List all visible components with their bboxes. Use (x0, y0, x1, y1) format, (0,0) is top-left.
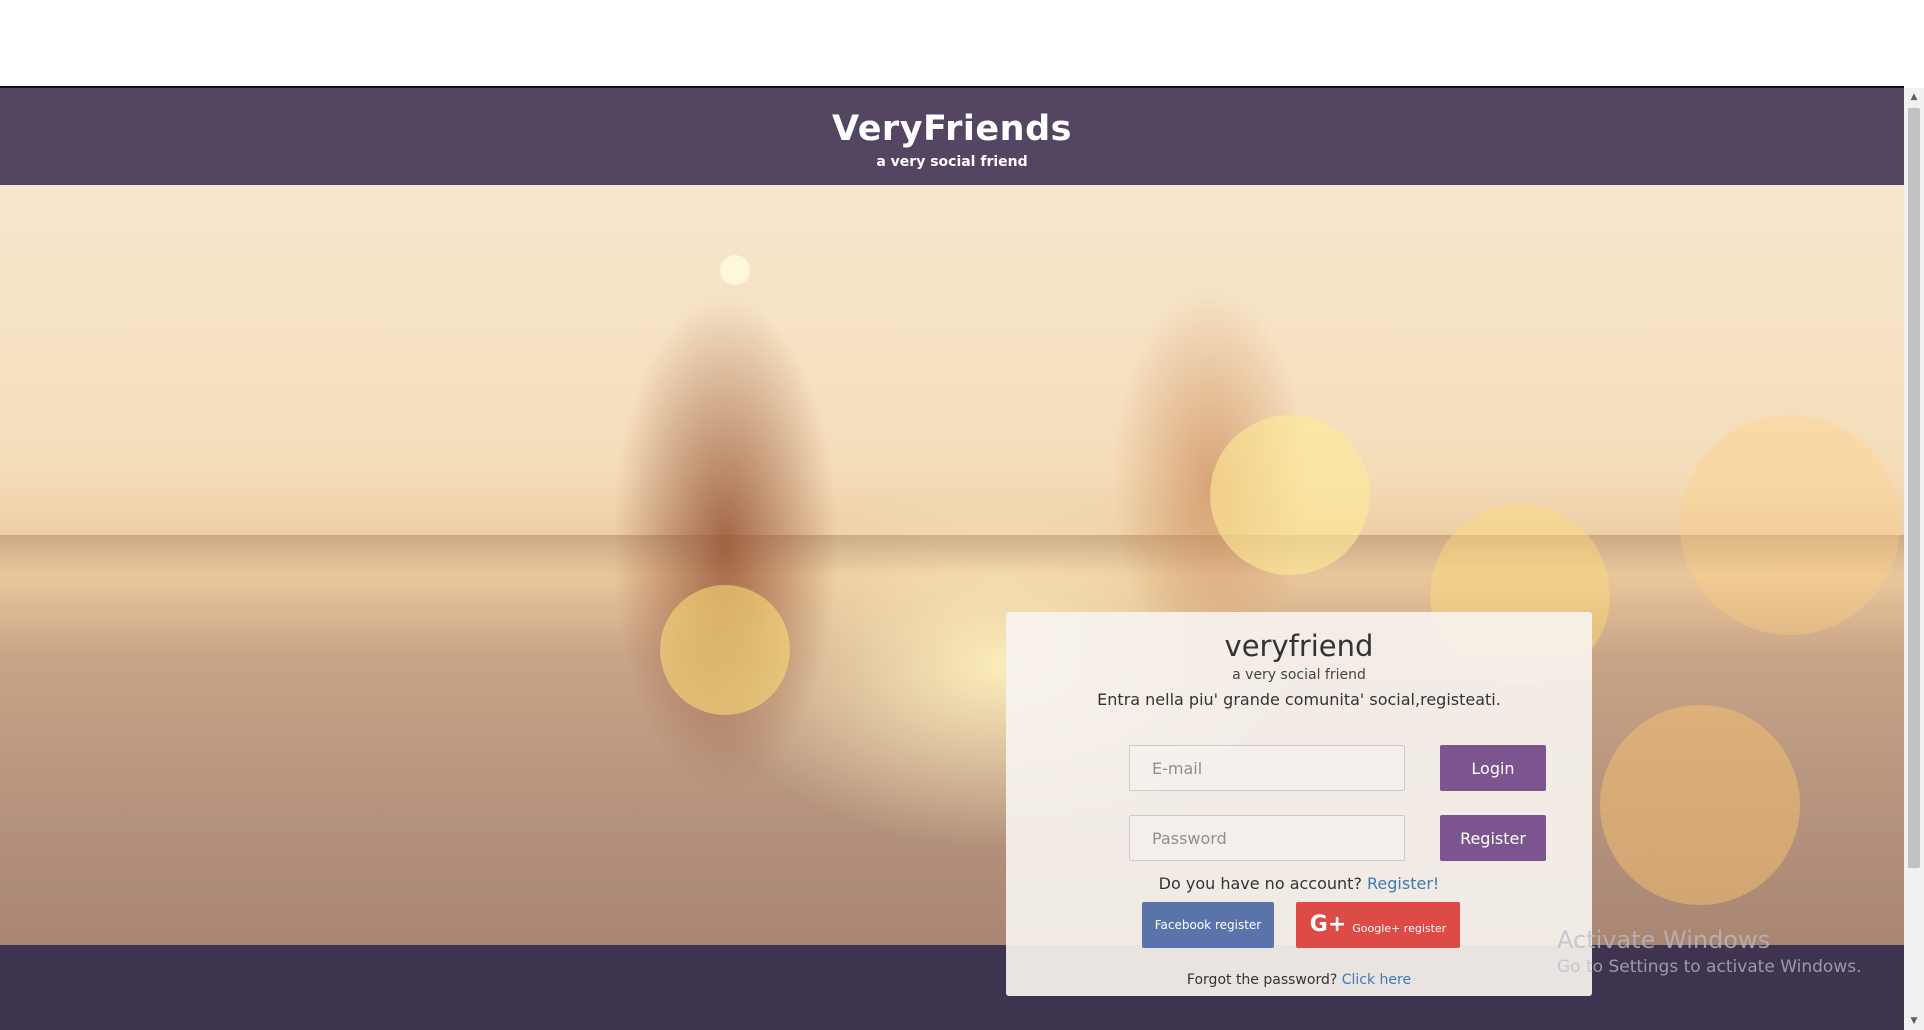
bokeh-light (720, 255, 750, 285)
browser-blank-area (0, 0, 1924, 86)
register-button[interactable]: Register (1440, 815, 1546, 861)
hero-background-image (0, 185, 1904, 945)
forgot-password-text: Forgot the password? (1186, 972, 1338, 988)
bokeh-light (1210, 415, 1370, 575)
site-tagline: a very social friend (876, 154, 1028, 170)
scrollbar-thumb[interactable] (1908, 108, 1920, 868)
no-account-row: Do you have no account? Register! (1006, 874, 1592, 893)
activate-windows-watermark: Activate Windows Go to Settings to activ… (1557, 925, 1862, 977)
forgot-password-row: Forgot the password? Click here (1006, 972, 1592, 988)
bokeh-light (1600, 705, 1800, 905)
watermark-title: Activate Windows (1557, 926, 1771, 954)
hero-figure-man (560, 205, 890, 945)
card-description: Entra nella piu' grande comunita' social… (1097, 690, 1501, 709)
site-header: VeryFriends a very social friend (0, 88, 1904, 185)
login-button[interactable]: Login (1440, 745, 1546, 791)
page-scrollbar[interactable]: ▲ ▼ (1904, 88, 1924, 1030)
email-field[interactable] (1129, 745, 1405, 791)
login-card: veryfriend a very social friend Entra ne… (1006, 612, 1592, 996)
arrow-down-icon[interactable]: ▼ (1904, 1012, 1924, 1030)
password-field[interactable] (1129, 815, 1405, 861)
google-plus-icon: G+ (1309, 912, 1347, 937)
google-register-button[interactable]: G+ Google+ register (1296, 902, 1460, 948)
watermark-subtitle: Go to Settings to activate Windows. (1557, 957, 1862, 977)
register-link[interactable]: Register! (1367, 874, 1439, 893)
hero-horizon (0, 535, 1904, 575)
no-account-text: Do you have no account? (1158, 874, 1362, 893)
bokeh-light (660, 585, 790, 715)
forgot-password-link[interactable]: Click here (1342, 972, 1411, 988)
card-subtitle: a very social friend (1232, 667, 1366, 683)
facebook-register-button[interactable]: Facebook register (1142, 902, 1274, 948)
site-title[interactable]: VeryFriends (0, 88, 1904, 150)
google-register-label: Google+ register (1352, 921, 1447, 935)
arrow-up-icon[interactable]: ▲ (1904, 88, 1924, 106)
bokeh-light (1680, 415, 1900, 635)
card-title: veryfriend (1224, 629, 1374, 663)
